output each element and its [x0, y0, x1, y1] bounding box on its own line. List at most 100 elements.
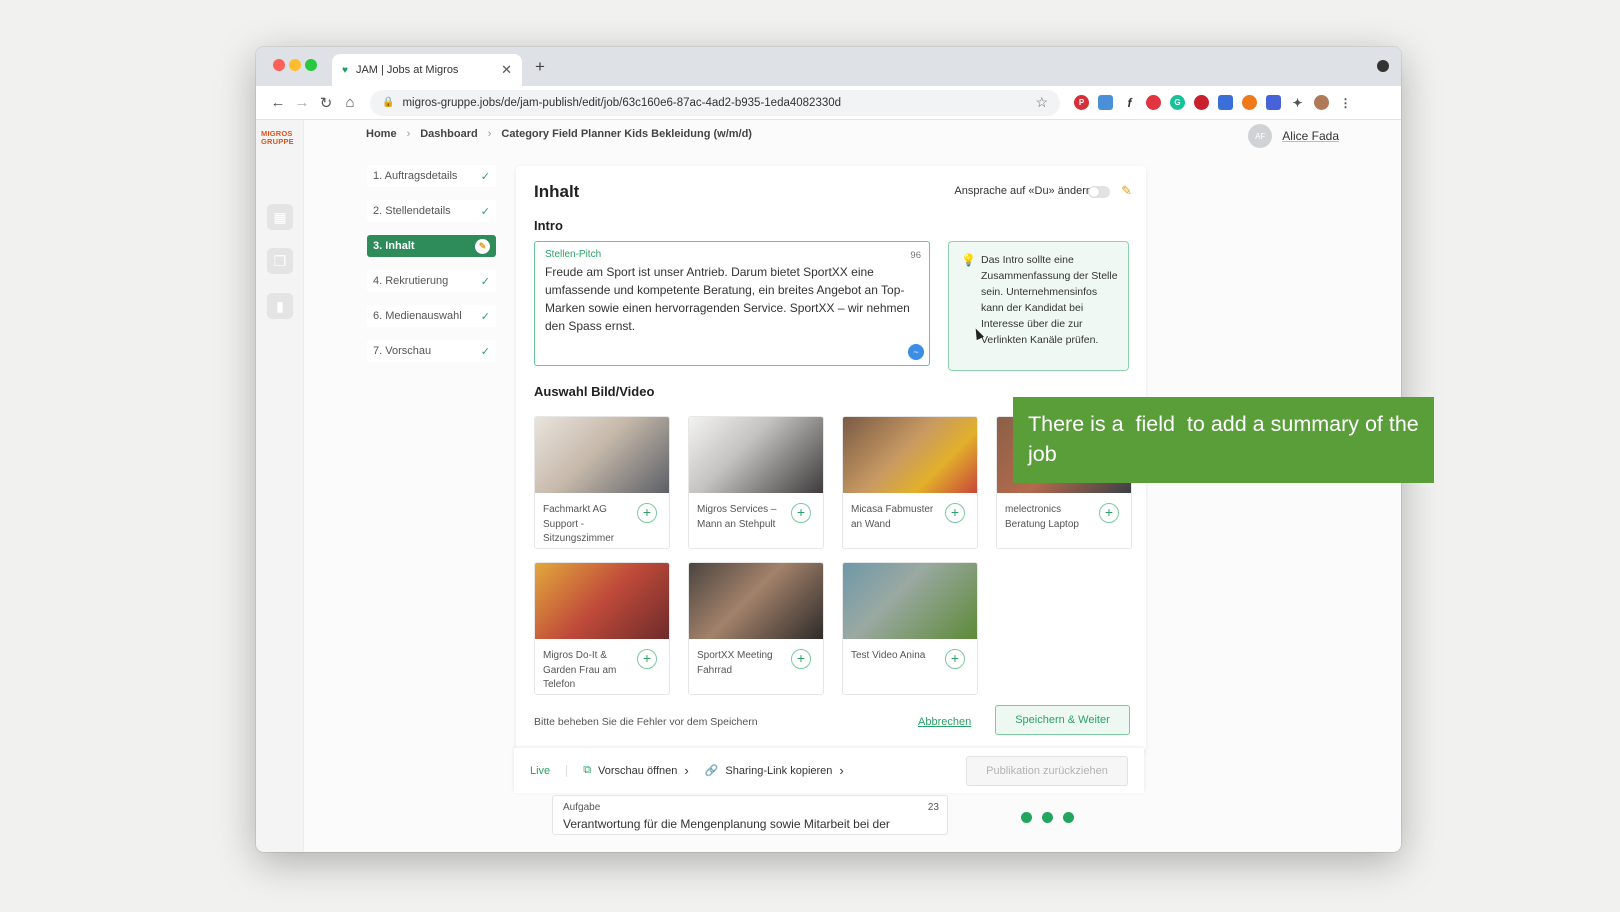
tab-title: JAM | Jobs at Migros	[355, 64, 459, 76]
live-status: Live	[530, 764, 568, 777]
media-thumbnail	[689, 563, 823, 639]
puzzle-extensions-icon[interactable]: ✦	[1290, 95, 1305, 110]
step-label: 3. Inhalt	[373, 240, 415, 252]
copy-icon[interactable]: ❐	[267, 248, 293, 274]
tutorial-callout: There is a field to add a summary of the…	[1013, 397, 1434, 483]
step-nav: 1. Auftragsdetails ✓ 2. Stellendetails ✓…	[367, 165, 496, 375]
open-preview-link[interactable]: ⧉ Vorschau öffnen ›	[583, 763, 689, 778]
pitch-text[interactable]: Freude am Sport ist unser Antrieb. Darum…	[545, 263, 919, 335]
avatar: AF	[1248, 124, 1273, 148]
dot	[1063, 812, 1074, 823]
breadcrumb-dashboard[interactable]: Dashboard	[420, 128, 477, 140]
extension-icon[interactable]	[1242, 95, 1257, 110]
media-card[interactable]: SportXX Meeting Fahrrad +	[688, 562, 824, 695]
aufgabe-field[interactable]: Aufgabe 23 Verantwortung für die Mengenp…	[552, 795, 948, 835]
forward-icon[interactable]: →	[290, 94, 314, 111]
add-media-button[interactable]: +	[945, 503, 965, 523]
close-tab-icon[interactable]: ✕	[501, 62, 512, 78]
migros-logo[interactable]: MIGROS GRUPPE	[261, 130, 294, 154]
preview-icon: ⧉	[583, 764, 592, 776]
lock-icon: 🔒	[382, 97, 395, 108]
minimize-window-button[interactable]	[289, 59, 301, 71]
formula-extension-icon[interactable]: f	[1122, 95, 1137, 110]
dot	[1042, 812, 1053, 823]
save-continue-button[interactable]: Speichern & Weiter	[995, 705, 1130, 735]
step-auftragsdetails[interactable]: 1. Auftragsdetails ✓	[367, 165, 496, 187]
shield-extension-icon[interactable]	[1194, 95, 1209, 110]
media-caption: melectronics Beratung Laptop	[1005, 504, 1079, 530]
withdraw-publication-button[interactable]: Publikation zurückziehen	[966, 755, 1128, 786]
app-page: MIGROS GRUPPE ▦ ❐ ▮ Home › Dashboard › C…	[256, 120, 1401, 852]
intro-hint: 💡 Das Intro sollte eine Zusammenfassung …	[948, 241, 1129, 371]
left-nav: MIGROS GRUPPE ▦ ❐ ▮	[256, 120, 304, 852]
step-label: 7. Vorschau	[373, 345, 432, 357]
extension-icon[interactable]	[1146, 95, 1161, 110]
step-label: 1. Auftragsdetails	[373, 170, 458, 182]
breadcrumb-current: Category Field Planner Kids Bekleidung (…	[501, 128, 752, 140]
add-media-button[interactable]: +	[637, 649, 657, 669]
share-label: Sharing-Link kopieren	[725, 764, 833, 777]
media-caption: Migros Services – Mann an Stehpult	[697, 504, 777, 530]
reload-icon[interactable]: ↻	[314, 94, 338, 112]
add-media-button[interactable]: +	[791, 649, 811, 669]
close-window-button[interactable]	[273, 59, 285, 71]
maximize-window-button[interactable]	[305, 59, 317, 71]
copy-share-link[interactable]: 🔗 Sharing-Link kopieren ›	[705, 763, 844, 778]
media-card[interactable]: Micasa Fabmuster an Wand +	[842, 416, 978, 549]
bookmark-star-icon[interactable]: ☆	[1035, 94, 1048, 111]
grammarly-extension-icon[interactable]: G	[1170, 95, 1185, 110]
step-label: 4. Rekrutierung	[373, 275, 449, 287]
edit-pencil-icon: ✎	[475, 238, 490, 254]
media-card[interactable]: Test Video Anina +	[842, 562, 978, 695]
hint-text: Das Intro sollte eine Zusammenfassung de…	[981, 254, 1118, 346]
add-media-button[interactable]: +	[637, 503, 657, 523]
du-toggle[interactable]	[1088, 186, 1110, 198]
check-icon: ✓	[480, 205, 490, 218]
link-icon: 🔗	[704, 765, 719, 777]
aufgabe-text[interactable]: Verantwortung für die Mengenplanung sowi…	[563, 817, 937, 831]
new-tab-icon[interactable]: +	[535, 57, 545, 77]
media-card[interactable]: Fachmarkt AG Support - Sitzungszimmer +	[534, 416, 670, 549]
url-text: migros-gruppe.jobs/de/jam-publish/edit/j…	[402, 96, 842, 109]
character-count: 96	[910, 250, 921, 261]
cancel-button[interactable]: Abbrechen	[918, 716, 971, 728]
step-stellendetails[interactable]: 2. Stellendetails ✓	[367, 200, 496, 222]
dashboard-icon[interactable]: ▦	[267, 204, 293, 230]
user-menu[interactable]: AF Alice Fada	[1248, 124, 1339, 148]
extension-icon[interactable]	[1098, 95, 1113, 110]
user-name[interactable]: Alice Fada	[1282, 129, 1339, 143]
grammar-check-icon[interactable]: ~	[908, 344, 924, 360]
step-medienauswahl[interactable]: 6. Medienauswahl ✓	[367, 305, 496, 327]
tab-search-icon[interactable]	[1377, 60, 1389, 72]
loading-dots	[1021, 812, 1074, 823]
add-media-button[interactable]: +	[945, 649, 965, 669]
media-card[interactable]: Migros Do-It & Garden Frau am Telefon +	[534, 562, 670, 695]
step-rekrutierung[interactable]: 4. Rekrutierung ✓	[367, 270, 496, 292]
extension-icon[interactable]	[1218, 95, 1233, 110]
browser-menu-icon[interactable]: ⋮	[1338, 95, 1353, 110]
step-inhalt[interactable]: 3. Inhalt ✎	[367, 235, 496, 257]
bar-chart-icon[interactable]: ▮	[267, 293, 293, 319]
pinterest-extension-icon[interactable]: P	[1074, 95, 1089, 110]
media-card[interactable]: Migros Services – Mann an Stehpult +	[688, 416, 824, 549]
media-caption: Fachmarkt AG Support - Sitzungszimmer	[543, 504, 615, 544]
check-icon: ✓	[480, 170, 490, 183]
browser-tab[interactable]: ♥ JAM | Jobs at Migros ✕	[332, 54, 522, 86]
media-caption: Micasa Fabmuster an Wand	[851, 504, 934, 530]
edit-pencil-icon[interactable]: ✎	[1121, 183, 1132, 199]
logo-text: GRUPPE	[261, 137, 294, 146]
back-icon[interactable]: ←	[266, 94, 290, 111]
profile-avatar-icon[interactable]	[1314, 95, 1329, 110]
error-message: Bitte beheben Sie die Fehler vor dem Spe…	[534, 716, 758, 728]
step-label: 6. Medienauswahl	[373, 310, 462, 322]
extension-icon[interactable]	[1266, 95, 1281, 110]
stellen-pitch-field[interactable]: Stellen-Pitch 96 Freude am Sport ist uns…	[534, 241, 930, 366]
media-thumbnail	[535, 417, 669, 493]
home-icon[interactable]: ⌂	[338, 94, 362, 111]
step-vorschau[interactable]: 7. Vorschau ✓	[367, 340, 496, 362]
add-media-button[interactable]: +	[791, 503, 811, 523]
breadcrumb-home[interactable]: Home	[366, 128, 397, 140]
add-media-button[interactable]: +	[1099, 503, 1119, 523]
url-bar[interactable]: 🔒 migros-gruppe.jobs/de/jam-publish/edit…	[370, 89, 1060, 116]
media-thumbnail	[535, 563, 669, 639]
